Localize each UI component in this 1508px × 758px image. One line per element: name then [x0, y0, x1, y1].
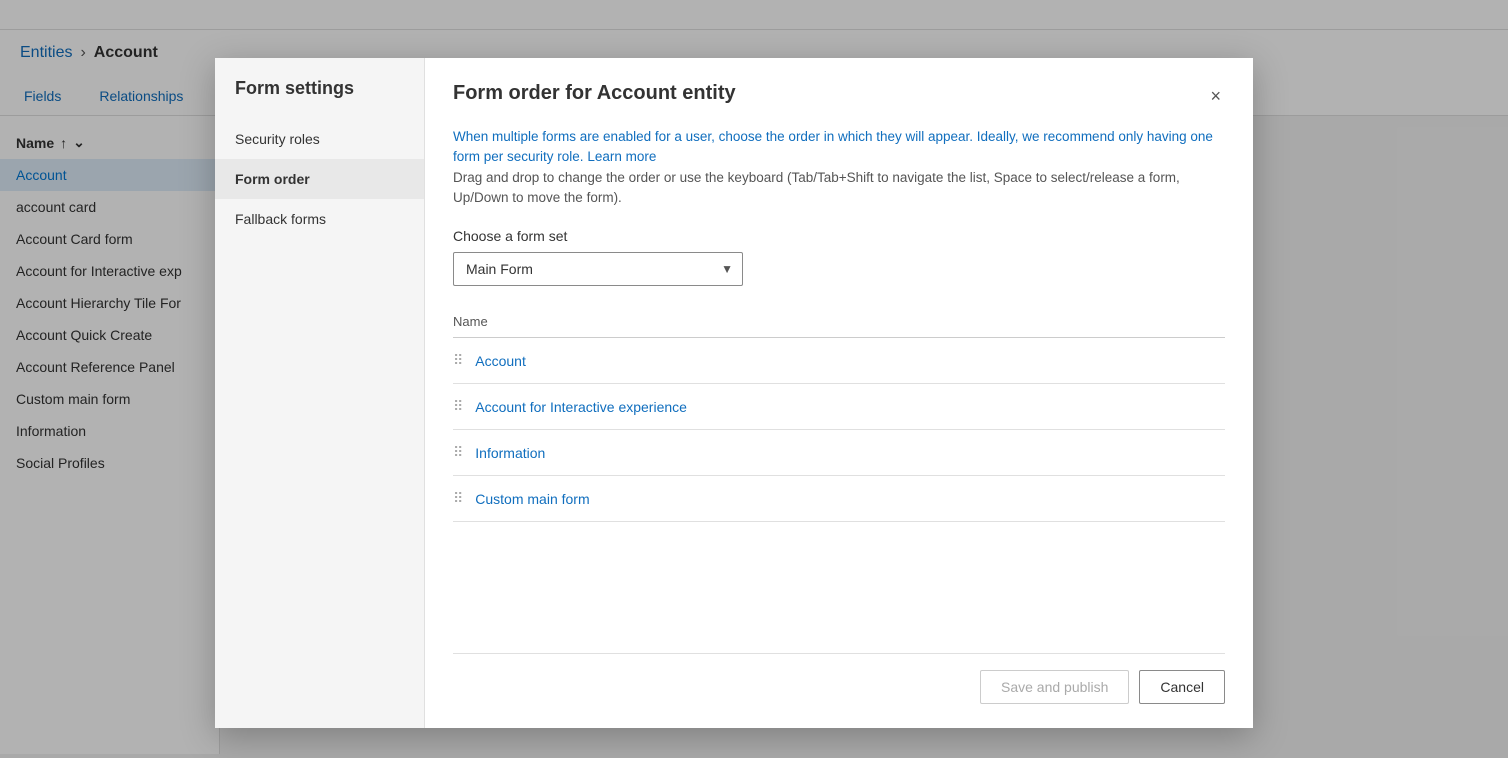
save-and-publish-button: Save and publish	[980, 670, 1129, 704]
form-list-item-1[interactable]: ⠿ Account for Interactive experience	[453, 384, 1225, 430]
form-list-item-2[interactable]: ⠿ Information	[453, 430, 1225, 476]
drag-handle-icon: ⠿	[453, 490, 461, 507]
nav-item-form-order[interactable]: Form order	[215, 159, 424, 199]
form-item-label-1: Account for Interactive experience	[475, 399, 687, 415]
form-set-dropdown-wrapper[interactable]: Main Form Quick Create Form Card Form ▼	[453, 252, 743, 286]
form-set-select[interactable]: Main Form Quick Create Form Card Form	[453, 252, 743, 286]
nav-item-security-roles[interactable]: Security roles	[215, 119, 424, 159]
drag-handle-icon: ⠿	[453, 444, 461, 461]
drag-handle-icon: ⠿	[453, 398, 461, 415]
form-list-item-3[interactable]: ⠿ Custom main form	[453, 476, 1225, 522]
nav-item-fallback-forms[interactable]: Fallback forms	[215, 199, 424, 239]
cancel-button[interactable]: Cancel	[1139, 670, 1225, 704]
form-item-label-2: Information	[475, 445, 545, 461]
form-item-label-0: Account	[475, 353, 526, 369]
form-order-list: Name ⠿ Account ⠿ Account for Interactive…	[453, 306, 1225, 653]
form-list-item-0[interactable]: ⠿ Account	[453, 338, 1225, 384]
description-text-1: When multiple forms are enabled for a us…	[453, 129, 1213, 164]
dialog-header: Form order for Account entity ×	[453, 82, 1225, 111]
dialog-footer: Save and publish Cancel	[453, 653, 1225, 704]
dialog-left-panel: Form settings Security roles Form order …	[215, 58, 425, 728]
description-text-2: Drag and drop to change the order or use…	[453, 170, 1180, 205]
form-settings-dialog: Form settings Security roles Form order …	[215, 58, 1253, 728]
dialog-title-left: Form settings	[215, 78, 424, 119]
dialog-right-panel: Form order for Account entity × When mul…	[425, 58, 1253, 728]
dialog-description: When multiple forms are enabled for a us…	[453, 127, 1225, 208]
close-button[interactable]: ×	[1206, 82, 1225, 111]
form-item-label-3: Custom main form	[475, 491, 589, 507]
learn-more-link[interactable]: Learn more	[587, 149, 656, 164]
drag-handle-icon: ⠿	[453, 352, 461, 369]
dialog-main-title: Form order for Account entity	[453, 82, 736, 105]
form-set-label: Choose a form set	[453, 228, 1225, 244]
table-column-name: Name	[453, 306, 1225, 338]
